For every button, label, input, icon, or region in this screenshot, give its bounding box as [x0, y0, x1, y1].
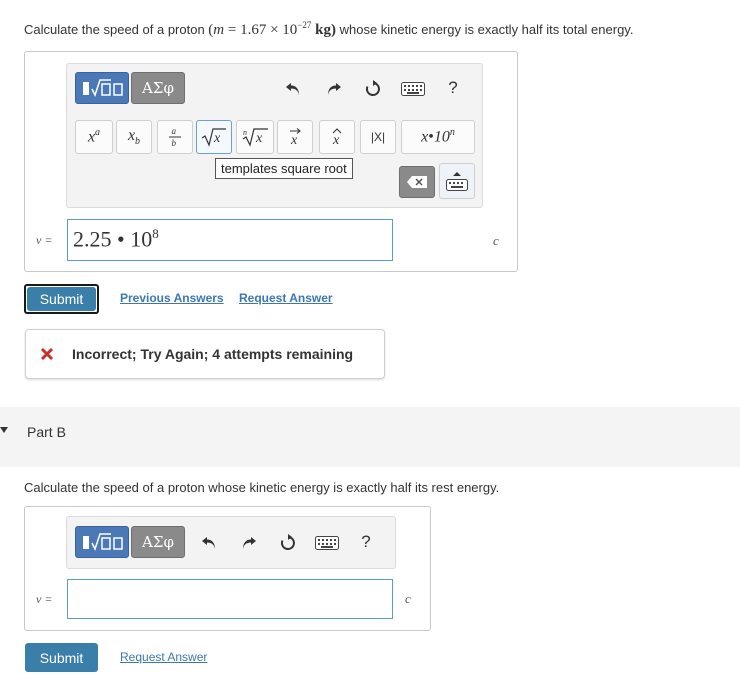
- templates-icon: [83, 79, 123, 97]
- greek-button-b[interactable]: ΑΣφ: [131, 526, 185, 558]
- unit-vector-icon: x: [332, 128, 342, 147]
- svg-text:b: b: [172, 138, 177, 148]
- undo-icon: [286, 83, 299, 95]
- backspace-button-a[interactable]: [399, 166, 435, 198]
- scientific-notation-icon: x•10n: [421, 127, 455, 146]
- greek-icon: ΑΣφ: [142, 79, 174, 97]
- help-button-b[interactable]: ?: [356, 531, 376, 553]
- template-absolute[interactable]: |X|: [360, 120, 396, 154]
- template-subscript[interactable]: xb: [116, 120, 152, 154]
- question-a: Calculate the speed of a proton (m = 1.6…: [24, 20, 634, 38]
- svg-text:x: x: [255, 131, 263, 146]
- subscript-icon: xb: [127, 126, 141, 148]
- svg-text:x: x: [332, 133, 340, 147]
- reset-icon: [365, 80, 380, 96]
- svg-text:a: a: [172, 126, 177, 136]
- fraction-icon: ab: [169, 126, 181, 148]
- backspace-icon: [407, 176, 427, 188]
- keyboard-toggle-button-a[interactable]: [439, 163, 475, 199]
- help-button-a[interactable]: ?: [443, 77, 463, 99]
- help-icon: ?: [448, 78, 458, 97]
- undo-button-a[interactable]: [282, 78, 304, 100]
- var-label-a: v =: [36, 233, 53, 247]
- answer-input-b[interactable]: [67, 579, 393, 619]
- request-answer-link-a[interactable]: Request Answer: [239, 291, 333, 305]
- submit-button-b[interactable]: Submit: [25, 643, 98, 672]
- templates-button-a[interactable]: [75, 72, 129, 104]
- unit-label-b: c: [405, 591, 411, 606]
- undo-icon: [202, 537, 215, 549]
- template-scientific[interactable]: x•10n: [401, 120, 475, 154]
- answer-value-a: 2.25 • 10: [73, 226, 153, 252]
- reset-button-b[interactable]: [276, 531, 300, 555]
- greek-icon: ΑΣφ: [142, 533, 174, 551]
- greek-button-a[interactable]: ΑΣφ: [131, 72, 185, 104]
- svg-text:n: n: [243, 128, 247, 137]
- part-b-title: Part B: [27, 424, 66, 440]
- undo-button-b[interactable]: [198, 532, 220, 554]
- keyboard-icon: [401, 82, 425, 96]
- answer-input-a[interactable]: 2.25 • 108: [67, 219, 393, 261]
- answer-exponent-a: 8: [152, 226, 159, 241]
- previous-answers-link[interactable]: Previous Answers: [120, 291, 224, 305]
- reset-icon: [280, 534, 295, 550]
- nth-root-icon: nx: [242, 128, 268, 147]
- feedback-text: Incorrect; Try Again; 4 attempts remaini…: [72, 346, 354, 362]
- template-vector[interactable]: x: [277, 120, 313, 154]
- vector-icon: x: [290, 128, 301, 147]
- reset-button-a[interactable]: [361, 77, 385, 101]
- keyboard-icon: [315, 536, 339, 550]
- tooltip-square-root: templates square root: [215, 158, 353, 179]
- template-square-root[interactable]: x: [196, 120, 232, 154]
- keyboard-button-b[interactable]: [313, 534, 341, 552]
- question-b: Calculate the speed of a proton whose ki…: [24, 480, 500, 495]
- redo-icon: [243, 537, 256, 549]
- template-superscript[interactable]: xa: [75, 120, 113, 154]
- redo-button-a[interactable]: [323, 78, 345, 100]
- template-unit-vector[interactable]: x: [319, 120, 355, 154]
- redo-button-b[interactable]: [238, 532, 260, 554]
- svg-text:x: x: [213, 131, 221, 146]
- templates-icon: [83, 533, 123, 551]
- help-icon: ?: [361, 532, 371, 551]
- question-a-math: (m = 1.67 × 10−27 kg): [208, 20, 336, 38]
- expand-triangle-icon: [0, 427, 8, 433]
- request-answer-link-b[interactable]: Request Answer: [120, 650, 207, 664]
- part-b-header[interactable]: [0, 407, 740, 467]
- submit-focus-ring-a: Submit: [24, 284, 99, 314]
- svg-text:x: x: [290, 133, 298, 147]
- submit-button-a[interactable]: Submit: [27, 287, 96, 311]
- superscript-icon: xa: [87, 127, 101, 146]
- template-fraction[interactable]: ab: [157, 120, 193, 154]
- absolute-value-icon: |X|: [370, 130, 386, 144]
- unit-label-a: c: [493, 233, 499, 248]
- templates-button-b[interactable]: [75, 526, 129, 558]
- var-label-b: v =: [36, 592, 53, 606]
- keyboard-button-a[interactable]: [399, 80, 427, 98]
- incorrect-icon: [40, 347, 54, 361]
- template-nth-root[interactable]: nx: [236, 120, 274, 154]
- square-root-icon: x: [201, 128, 226, 147]
- redo-icon: [328, 83, 341, 95]
- feedback-banner: Incorrect; Try Again; 4 attempts remaini…: [25, 329, 385, 379]
- keyboard-toggle-icon: [446, 172, 468, 191]
